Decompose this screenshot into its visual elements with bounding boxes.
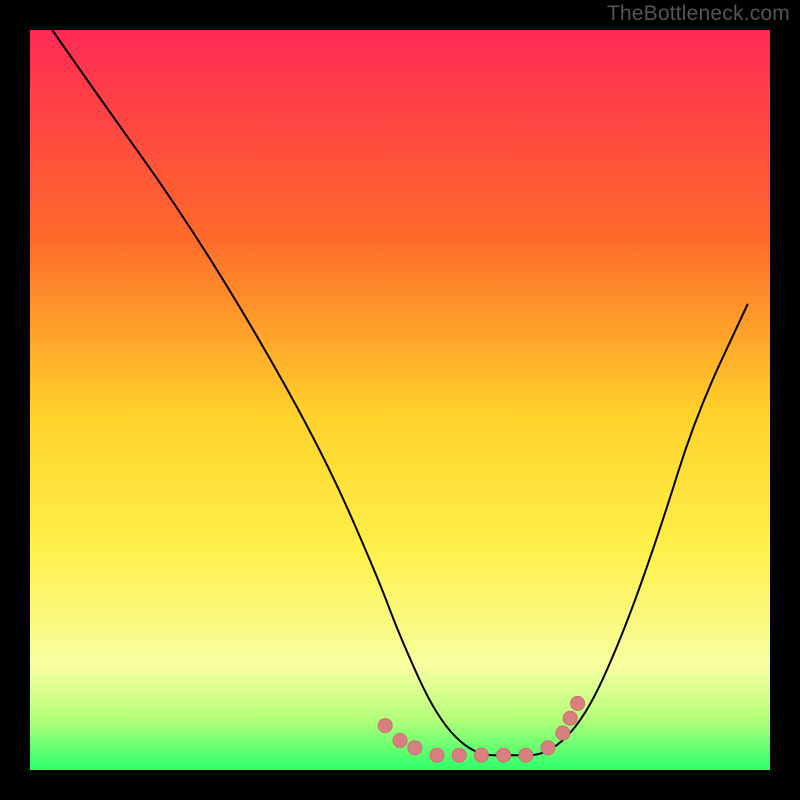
marker-dot — [497, 748, 511, 762]
marker-dot — [563, 711, 577, 725]
marker-dot — [430, 748, 444, 762]
bottleneck-chart — [0, 0, 800, 800]
watermark-text: TheBottleneck.com — [607, 2, 790, 26]
marker-dot — [571, 696, 585, 710]
marker-dot — [393, 733, 407, 747]
plot-area — [30, 30, 770, 770]
marker-dot — [541, 741, 555, 755]
chart-frame: TheBottleneck.com — [0, 0, 800, 800]
marker-dot — [474, 748, 488, 762]
marker-dot — [556, 726, 570, 740]
marker-dot — [519, 748, 533, 762]
marker-dot — [452, 748, 466, 762]
marker-dot — [408, 741, 422, 755]
marker-dot — [378, 719, 392, 733]
